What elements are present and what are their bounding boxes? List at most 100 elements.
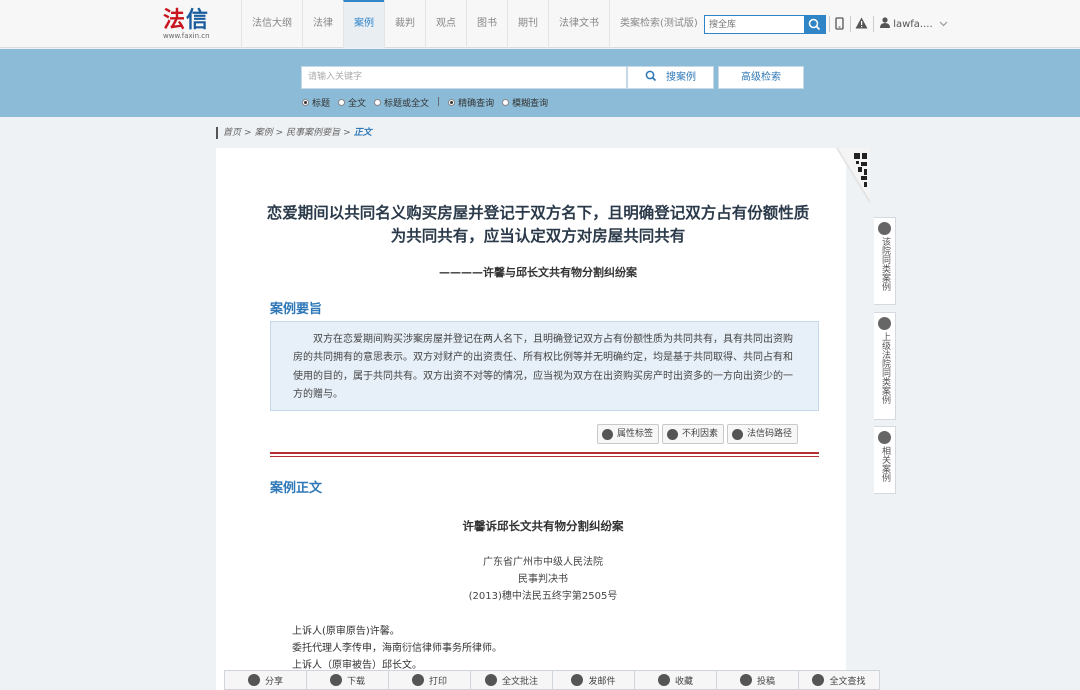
nav-item-judgments[interactable]: 裁判 [384,0,425,48]
find-icon [812,674,825,686]
toolbar-divider [873,16,874,32]
breadcrumb-cases[interactable]: 案例 [255,127,273,139]
tag-icon [602,428,613,440]
side-tab-label: 上级法院同类案例 [880,332,890,404]
body-paragraph: 上诉人（原审被告）邱长文。 [292,660,422,671]
side-tab-same-court-cases[interactable]: 该院同类案例 [874,217,896,305]
global-search [704,15,826,34]
body-heading: 案例正文 [270,481,323,496]
faxin-code-path-button[interactable]: 法信码路径 [727,424,799,444]
search-cases-button[interactable]: 搜案例 [627,66,714,89]
chevron-down-icon [939,21,948,27]
scope-option-title-or-fulltext[interactable]: 标题或全文 [374,96,429,109]
court-icon [878,222,891,235]
qr-code-corner[interactable] [836,148,870,204]
find-in-text-button[interactable]: 全文查找 [798,670,880,690]
summary-heading: 案例要旨 [270,302,323,317]
body-paragraph: 委托代理人李传申，海南衍信律师事务所律师。 [292,643,502,654]
radio-button [302,98,309,106]
nav-item-legal-docs[interactable]: 法律文书 [548,0,609,48]
adverse-factors-button[interactable]: 不利因素 [662,424,725,444]
email-icon [571,674,584,686]
breadcrumb-current: 正文 [353,128,372,138]
print-icon [411,674,424,686]
breadcrumb-home[interactable]: 首页 [223,127,241,139]
section-divider [270,452,819,457]
nav-item-outline[interactable]: 法信大纲 [241,0,302,48]
global-search-button[interactable] [804,16,825,33]
option-label: 精确查询 [458,98,495,109]
toolbar-label: 发邮件 [588,676,616,687]
building-icon [878,317,891,330]
download-button[interactable]: 下载 [306,670,388,690]
toolbar-label: 全文查找 [829,676,866,687]
tag-label: 属性标签 [617,429,654,439]
option-label: 标题 [312,98,331,109]
submit-icon [739,674,752,686]
annotate-icon [484,674,497,686]
radio-button [338,98,346,106]
hand-icon [667,428,679,440]
breadcrumb-sep: > [343,128,351,138]
attribute-tag-button[interactable]: 属性标签 [597,424,660,444]
breadcrumb: 首页 > 案例 > 民事案例要旨 > 正文 [216,127,372,139]
scope-option-title[interactable]: 标题 [302,96,330,109]
side-tab-higher-court-cases[interactable]: 上级法院同类案例 [874,312,896,420]
document-type: 民事判决书 [518,574,568,585]
faxin-logo[interactable]: 法信 www.faxin.cn [163,8,223,44]
logo-url: www.faxin.cn [163,32,210,40]
court-name: 广东省广州市中级人民法院 [483,557,603,568]
global-search-input[interactable] [705,16,805,33]
share-icon [247,674,260,686]
option-label: 全文 [348,98,367,109]
case-number: (2013)穗中法民五终字第2505号 [468,591,618,602]
nav-item-opinions[interactable]: 观点 [425,0,466,48]
case-summary: 双方在恋爱期间购买涉案房屋并登记在两人名下，且明确登记双方占有份额性质为共同共有… [270,321,819,411]
user-icon [880,17,890,28]
radio-button [374,98,382,106]
share-button[interactable]: 分享 [224,670,306,690]
submit-button[interactable]: 投稿 [716,670,798,690]
mobile-icon[interactable] [835,17,844,31]
nav-item-journals[interactable]: 期刊 [507,0,548,48]
toolbar-label: 收藏 [674,676,693,687]
mode-option-fuzzy[interactable]: 模糊查询 [502,96,548,109]
toolbar-label: 打印 [428,676,447,687]
case-search-input[interactable]: 请输入关键字 [301,66,627,89]
mode-option-exact[interactable]: 精确查询 [448,96,494,109]
tag-buttons: 属性标签 不利因素 法信码路径 [597,424,801,444]
side-tab-label: 该院同类案例 [880,237,890,291]
annotate-button[interactable]: 全文批注 [470,670,552,690]
side-tab-related-cases[interactable]: 相关案例 [874,426,896,494]
print-button[interactable]: 打印 [388,670,470,690]
nav-item-books[interactable]: 图书 [466,0,507,48]
nav-item-law[interactable]: 法律 [302,0,343,48]
toolbar-label: 下载 [346,676,365,687]
toolbar-label: 全文批注 [501,676,538,687]
tree-icon [732,428,744,440]
nav-item-cases[interactable]: 案例 [343,0,384,48]
article-title-line: 恋爱期间以共同名义购买房屋并登记于双方名下，且明确登记双方占有份额性质 [266,204,810,222]
side-tab-label: 相关案例 [880,446,890,482]
breadcrumb-sep: > [275,128,284,138]
bottom-toolbar: 分享 下载 打印 全文批注 发邮件 收藏 投稿 全文查找 [224,670,884,690]
option-separator: | [437,97,441,107]
nav-item-similar-search[interactable]: 类案检索(测试版) [609,0,708,48]
search-icon [645,70,657,82]
user-menu[interactable]: lawfa.... [880,17,948,32]
advanced-search-button[interactable]: 高级检索 [718,66,804,89]
document-title: 许馨诉邱长文共有物分割纠纷案 [462,519,624,533]
alert-icon[interactable] [855,17,868,31]
search-cases-label: 搜案例 [666,72,696,83]
scope-option-fulltext[interactable]: 全文 [338,96,366,109]
email-button[interactable]: 发邮件 [552,670,634,690]
tag-label: 不利因素 [682,429,719,439]
logo-char-fa: 法 [163,7,187,33]
search-icon [808,18,821,31]
main-nav: 法信大纲 法律 案例 裁判 观点 图书 期刊 法律文书 类案检索(测试版) [241,0,708,48]
favorite-button[interactable]: 收藏 [634,670,716,690]
breadcrumb-civil-summary[interactable]: 民事案例要旨 [286,127,340,139]
logo-char-xin: 信 [186,7,210,33]
download-icon [329,674,342,686]
article-title: 恋爱期间以共同名义购买房屋并登记于双方名下，且明确登记双方占有份额性质 为共同共… [240,202,836,248]
